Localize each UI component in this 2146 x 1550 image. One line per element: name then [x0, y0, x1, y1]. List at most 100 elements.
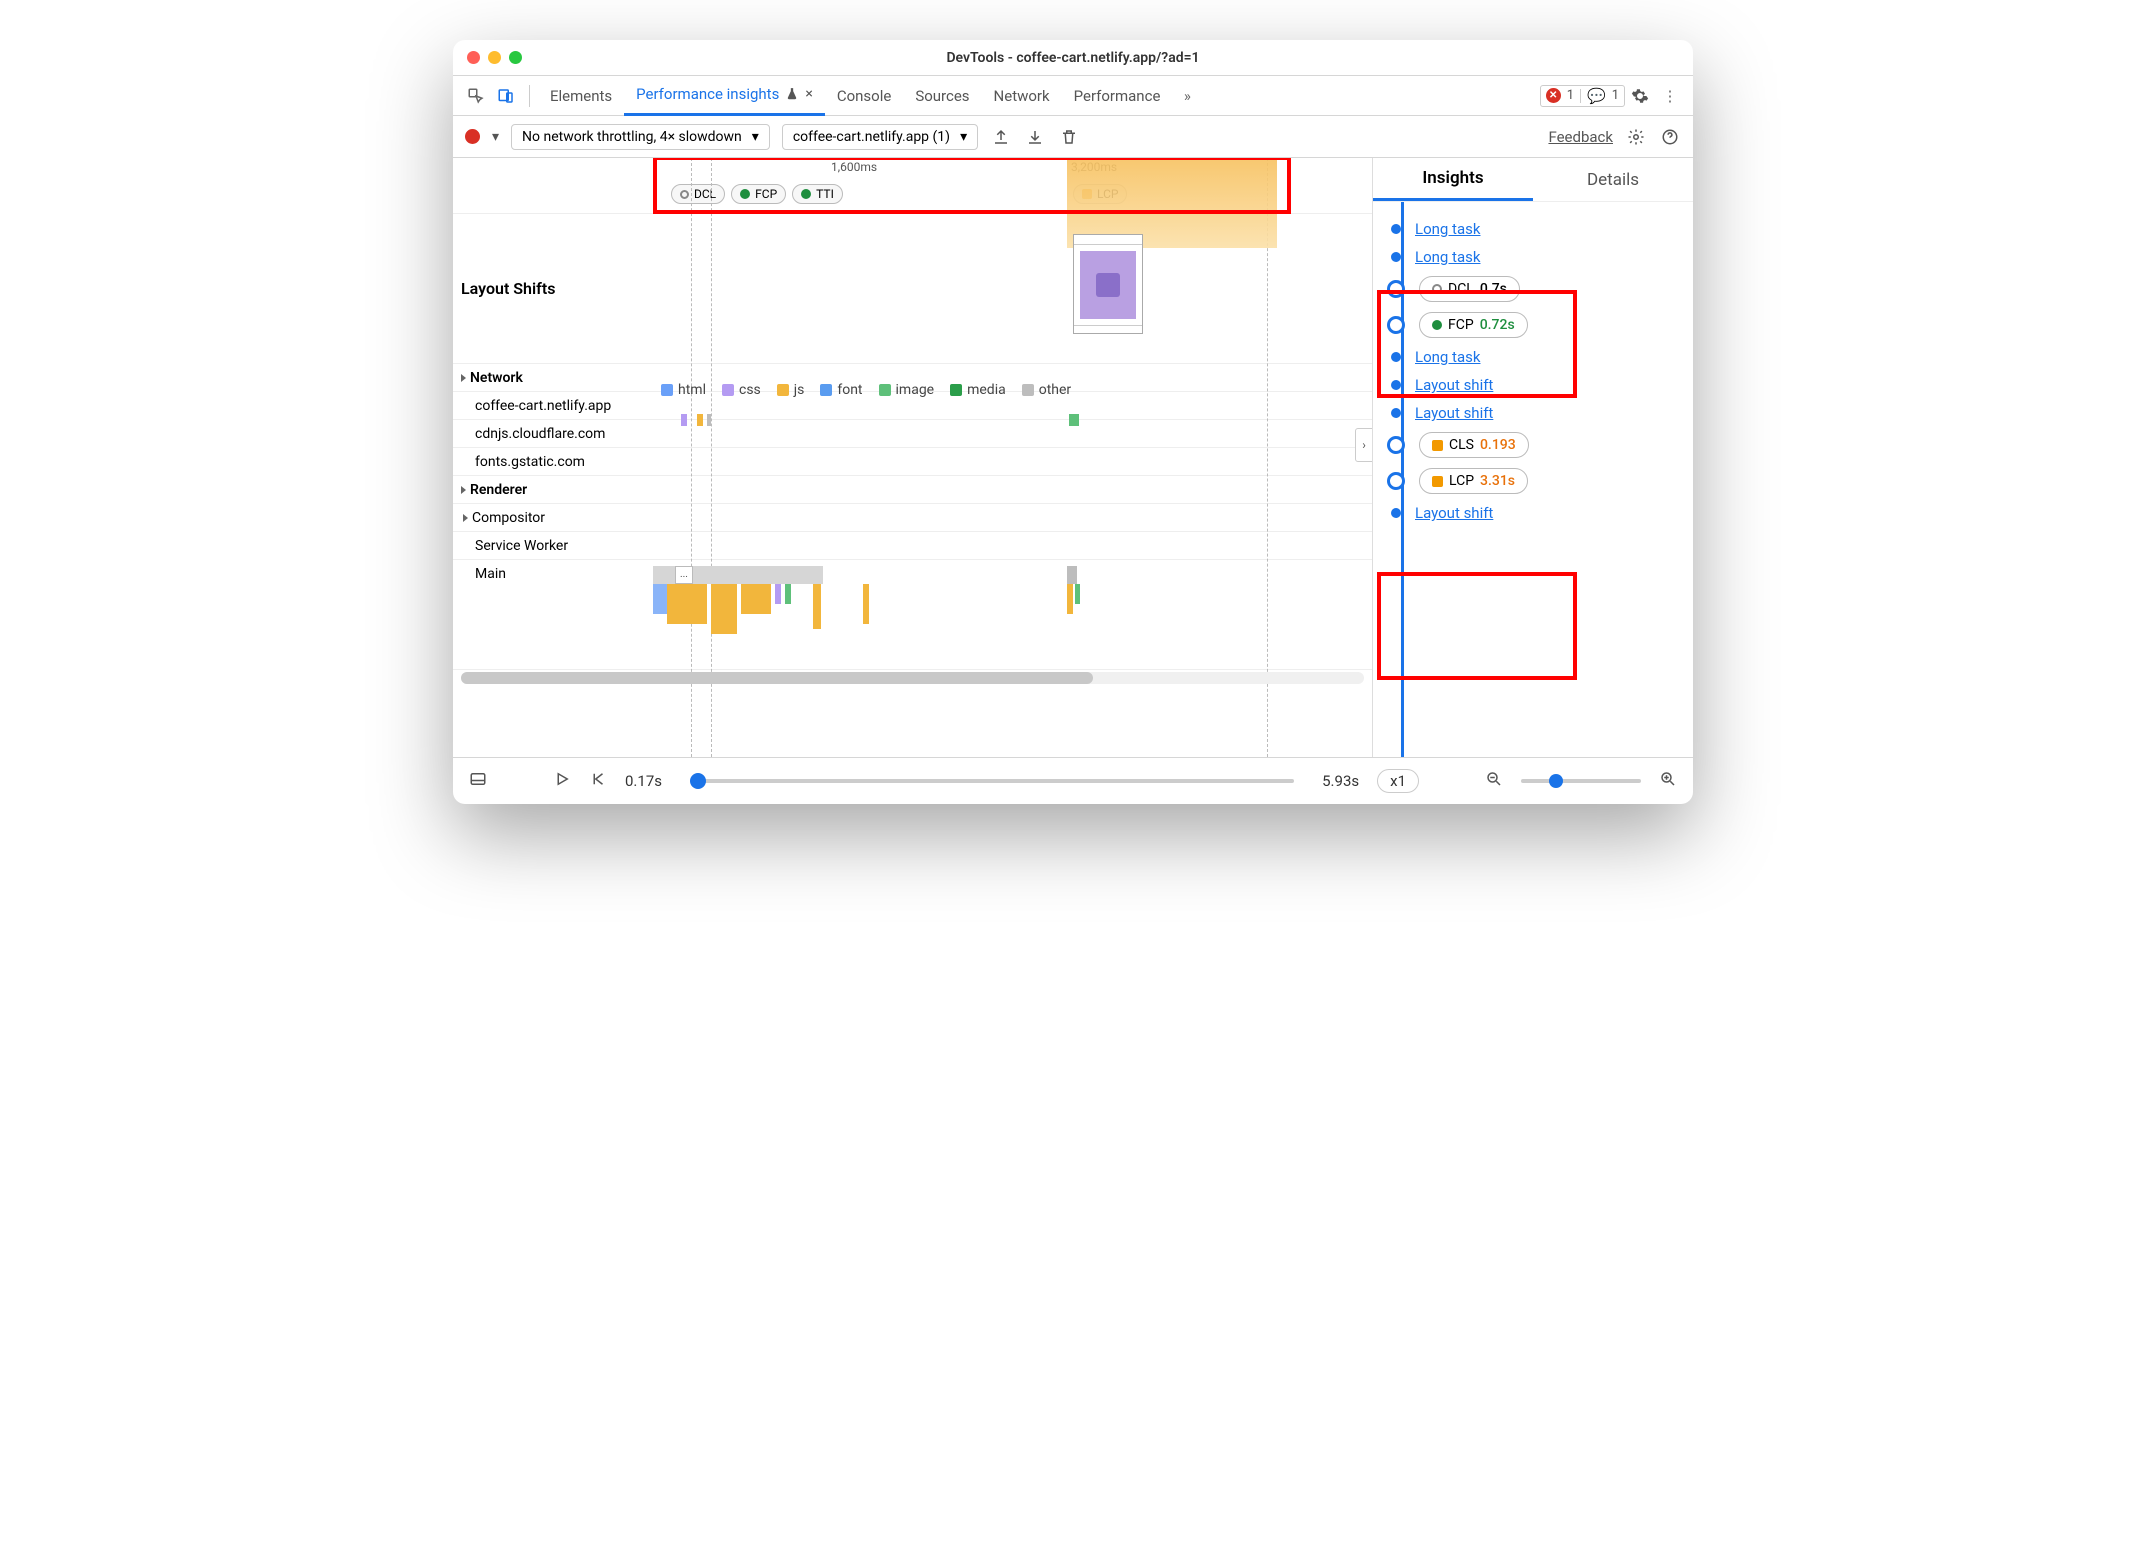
kebab-menu-icon[interactable]: ⋮ — [1655, 81, 1685, 111]
tab-performance[interactable]: Performance — [1062, 76, 1173, 116]
request-bar[interactable] — [707, 414, 711, 426]
insight-item: LCP 3.31s — [1391, 468, 1675, 494]
flame-bar[interactable] — [1075, 584, 1080, 604]
flame-bar[interactable] — [813, 584, 821, 629]
insight-item: Long task — [1391, 348, 1675, 366]
tab-console[interactable]: Console — [825, 76, 904, 116]
track-main: Main ... — [453, 560, 1372, 670]
request-bar[interactable] — [1069, 414, 1079, 426]
zoom-out-icon[interactable] — [1485, 770, 1503, 792]
metric-pill-tti[interactable]: TTI — [792, 184, 843, 204]
settings-icon[interactable] — [1625, 81, 1655, 111]
request-bar[interactable] — [697, 414, 703, 426]
error-icon: ✕ — [1546, 88, 1561, 103]
flame-bar[interactable] — [711, 584, 737, 634]
request-bar[interactable] — [681, 414, 687, 426]
track-layout-shifts: Layout Shifts — [453, 214, 1372, 364]
throttling-dropdown[interactable]: No network throttling, 4× slowdown ▾ — [511, 124, 770, 150]
drawer-toggle-icon[interactable] — [469, 770, 487, 792]
disclosure-triangle-icon[interactable] — [461, 374, 466, 382]
delete-icon[interactable] — [1058, 128, 1080, 146]
timeline-node-icon — [1387, 316, 1405, 334]
insight-link[interactable]: Long task — [1415, 348, 1480, 366]
row-label-layout-shifts: Layout Shifts — [453, 279, 653, 298]
metric-pill-fcp[interactable]: FCP — [731, 184, 786, 204]
flame-bar[interactable] — [741, 584, 771, 614]
metric-pill[interactable]: CLS 0.193 — [1419, 432, 1529, 458]
profile-label: coffee-cart.netlify.app (1) — [793, 129, 950, 145]
playback-footer: 0.17s 5.93s x1 — [453, 758, 1693, 804]
insight-link[interactable]: Layout shift — [1415, 376, 1493, 394]
flame-bar[interactable] — [863, 584, 869, 624]
tab-sources[interactable]: Sources — [903, 76, 981, 116]
insight-link[interactable]: Layout shift — [1415, 504, 1493, 522]
playback-slider[interactable] — [690, 779, 1294, 783]
metric-pill[interactable]: LCP 3.31s — [1419, 468, 1528, 494]
speed-selector[interactable]: x1 — [1377, 769, 1419, 793]
metric-pill[interactable]: FCP 0.72s — [1419, 312, 1528, 338]
chevron-down-icon: ▾ — [960, 129, 967, 145]
insight-link[interactable]: Long task — [1415, 220, 1480, 238]
layout-shift-thumbnail[interactable] — [1073, 234, 1143, 334]
insights-timeline: Long task Long task DCL 0.7s FCP 0.72s Long … — [1373, 202, 1693, 757]
insights-tabs: Insights Details — [1373, 158, 1693, 202]
track-compositor[interactable]: Compositor — [453, 504, 1372, 532]
time-end: 5.93s — [1322, 772, 1359, 790]
help-icon[interactable] — [1659, 128, 1681, 146]
titlebar: DevTools - coffee-cart.netlify.app/?ad=1 — [453, 40, 1693, 76]
feedback-link[interactable]: Feedback — [1548, 128, 1613, 146]
tab-network[interactable]: Network — [982, 76, 1062, 116]
chevron-down-icon: ▾ — [752, 129, 759, 145]
time-mark-1: 1,600ms — [831, 160, 877, 174]
flask-icon — [785, 87, 799, 101]
insight-item: DCL 0.7s — [1391, 276, 1675, 302]
tab-insights[interactable]: Insights — [1373, 158, 1533, 201]
close-tab-icon[interactable]: × — [805, 86, 812, 102]
play-icon[interactable] — [553, 770, 571, 792]
record-menu-icon[interactable]: ▾ — [492, 129, 499, 145]
insight-link[interactable]: Long task — [1415, 248, 1480, 266]
content-area: 1,600ms 3,200ms DCL FCP TTI LCP — [453, 158, 1693, 758]
zoom-slider[interactable] — [1521, 779, 1641, 783]
upload-icon[interactable] — [990, 128, 1012, 146]
issues-badge[interactable]: ✕ 1 💬 1 — [1540, 85, 1625, 107]
flame-bar[interactable] — [775, 584, 781, 604]
metric-pill-dcl[interactable]: DCL — [671, 184, 725, 204]
inspect-icon[interactable] — [461, 81, 491, 111]
flame-bar[interactable] — [667, 584, 707, 624]
track-renderer-header[interactable]: Renderer — [453, 476, 1372, 504]
insight-item: FCP 0.72s — [1391, 312, 1675, 338]
more-tabs-icon[interactable]: » — [1172, 81, 1202, 111]
tab-performance-insights[interactable]: Performance insights × — [624, 76, 825, 116]
timeline-node-icon — [1391, 408, 1401, 418]
network-legend: html css js font image media other — [661, 382, 1071, 398]
skip-start-icon[interactable] — [589, 770, 607, 792]
record-button[interactable] — [465, 129, 480, 144]
tab-details[interactable]: Details — [1533, 158, 1693, 201]
panel-expand-handle[interactable]: › — [1355, 428, 1373, 462]
error-count: 1 — [1567, 88, 1574, 103]
horizontal-scrollbar[interactable] — [461, 672, 1364, 684]
insight-item: Layout shift — [1391, 404, 1675, 422]
timeline-node-icon — [1387, 280, 1405, 298]
flame-bar[interactable] — [653, 584, 667, 614]
disclosure-triangle-icon[interactable] — [463, 514, 468, 522]
profile-dropdown[interactable]: coffee-cart.netlify.app (1) ▾ — [782, 124, 978, 150]
flame-bar[interactable] — [1067, 584, 1073, 614]
download-icon[interactable] — [1024, 128, 1046, 146]
tab-elements[interactable]: Elements — [538, 76, 624, 116]
insight-link[interactable]: Layout shift — [1415, 404, 1493, 422]
time-start: 0.17s — [625, 772, 662, 790]
device-toggle-icon[interactable] — [491, 81, 521, 111]
zoom-in-icon[interactable] — [1659, 770, 1677, 792]
metric-pill[interactable]: DCL 0.7s — [1419, 276, 1520, 302]
disclosure-triangle-icon[interactable] — [461, 486, 466, 494]
track-network-header[interactable]: Network html css js font image media oth… — [453, 364, 1372, 392]
gear-icon[interactable] — [1625, 128, 1647, 146]
metric-label: LCP — [1449, 473, 1474, 489]
metric-value: 3.31s — [1480, 473, 1515, 489]
overflow-indicator[interactable]: ... — [675, 566, 693, 584]
flame-bar[interactable] — [1067, 566, 1077, 584]
flame-bar[interactable] — [785, 584, 791, 604]
timeline-node-icon — [1391, 252, 1401, 262]
